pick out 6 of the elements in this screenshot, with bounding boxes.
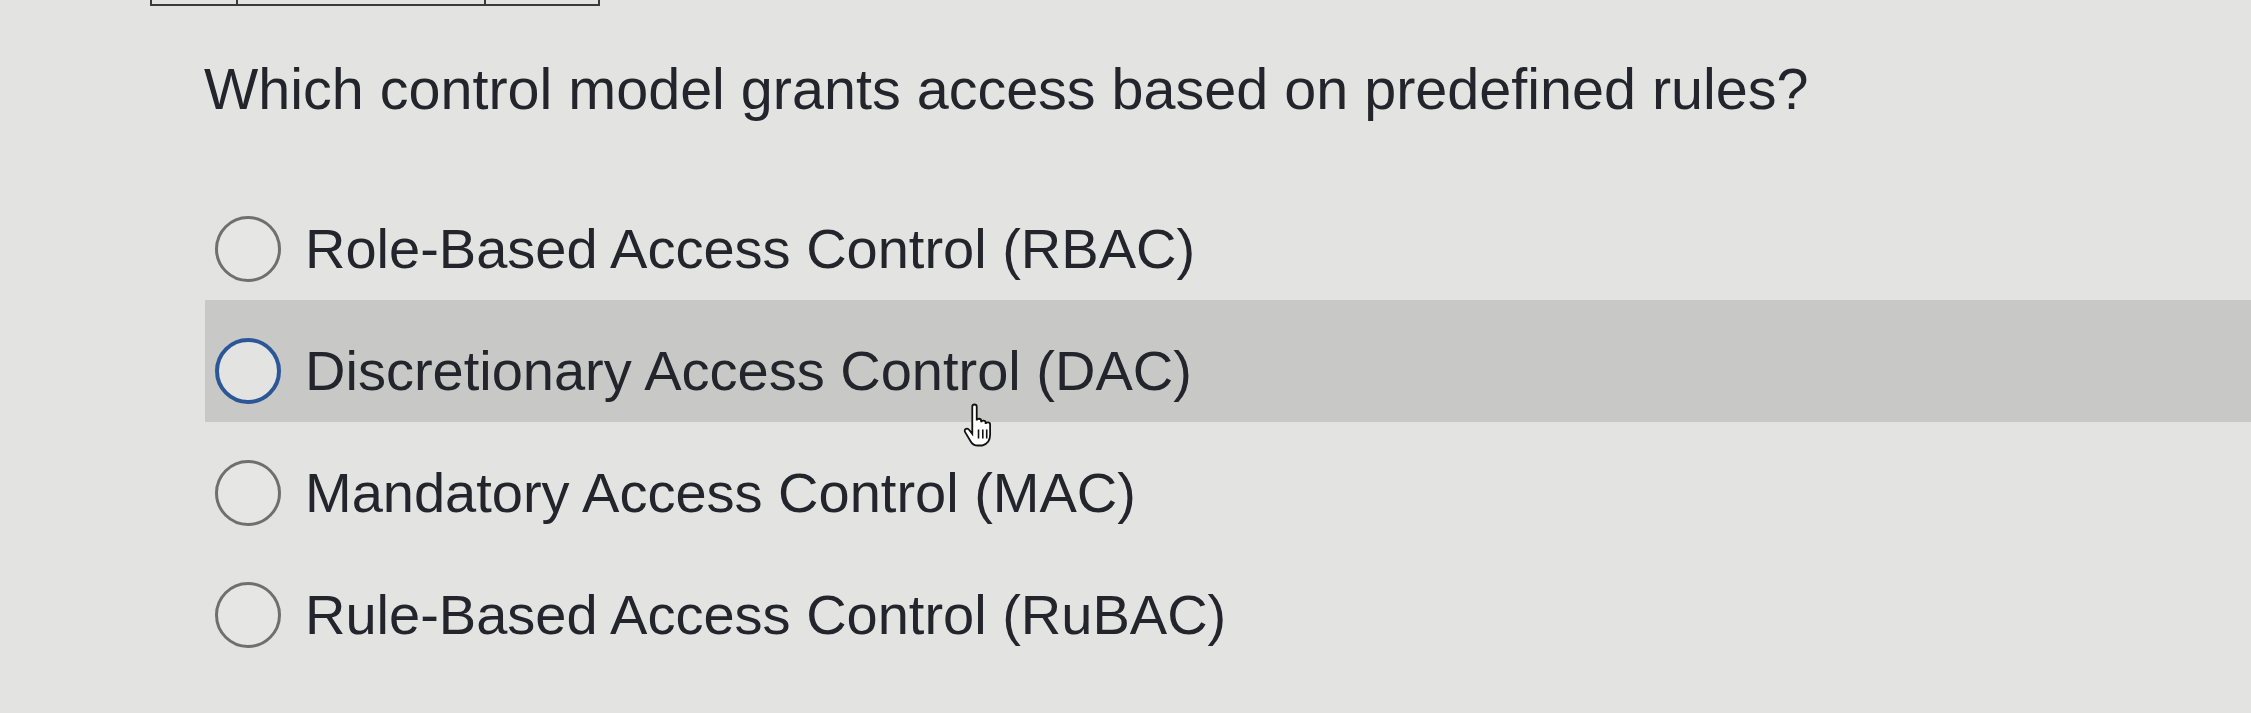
question-text: Which control model grants access based on predefined rules? [204, 56, 1809, 123]
option-label[interactable]: Role-Based Access Control (RBAC) [305, 220, 1196, 278]
hand-cursor-icon [963, 403, 991, 447]
option-label[interactable]: Discretionary Access Control (DAC) [305, 342, 1192, 400]
option-label[interactable]: Mandatory Access Control (MAC) [305, 464, 1136, 522]
option-label[interactable]: Rule-Based Access Control (RuBAC) [305, 586, 1227, 644]
